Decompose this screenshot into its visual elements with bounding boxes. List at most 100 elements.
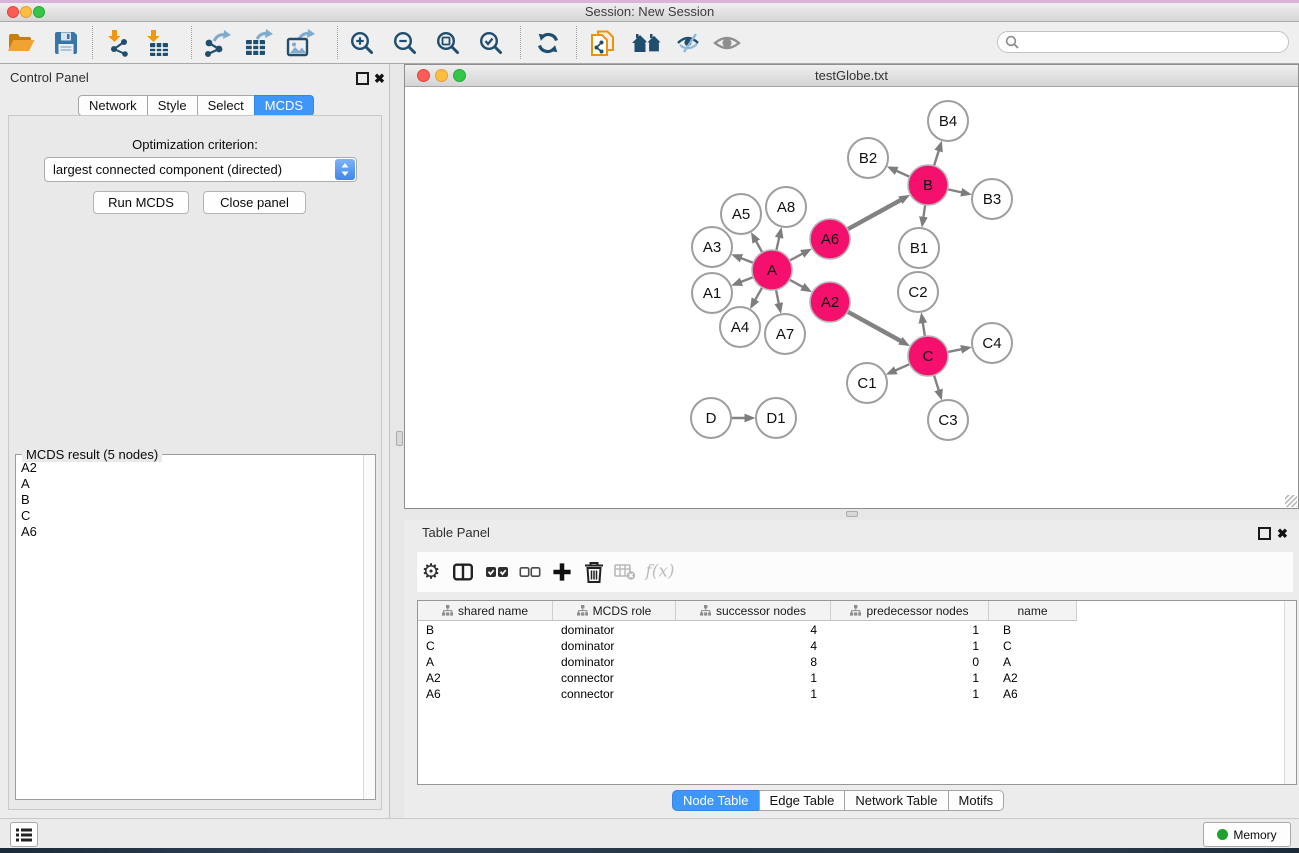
deselect-checkboxes-icon[interactable]	[520, 567, 541, 577]
graph-node-B3[interactable]: B3	[972, 179, 1012, 219]
zoom-fit-icon[interactable]	[436, 31, 461, 56]
table-tab-node-table[interactable]: Node Table	[672, 790, 760, 811]
refresh-icon[interactable]	[536, 31, 561, 56]
graph-node-A7[interactable]: A7	[765, 314, 805, 354]
table-tab-motifs[interactable]: Motifs	[948, 790, 1005, 811]
network-window-titlebar[interactable]: testGlobe.txt	[405, 65, 1298, 87]
table-row[interactable]: A2connector11A2	[418, 670, 1296, 686]
column-layout-icon[interactable]	[453, 564, 473, 581]
net-zoom-button[interactable]	[453, 69, 466, 82]
column-type-icon	[577, 605, 588, 616]
copy-network-icon[interactable]	[589, 29, 617, 57]
result-list-item[interactable]: C	[21, 508, 37, 524]
graph-node-C4[interactable]: C4	[972, 323, 1012, 363]
delete-table-icon[interactable]	[614, 564, 636, 580]
result-list-item[interactable]: B	[21, 492, 37, 508]
search-input[interactable]	[1022, 33, 1281, 53]
memory-label: Memory	[1233, 828, 1276, 842]
zoom-out-icon[interactable]	[393, 31, 418, 56]
settings-gear-icon[interactable]: ⚙	[422, 562, 441, 583]
add-column-icon[interactable]	[553, 563, 572, 582]
tab-style[interactable]: Style	[147, 95, 198, 116]
result-scrollbar[interactable]	[363, 455, 375, 799]
column-header-shared-name[interactable]: shared name	[418, 601, 553, 621]
tab-network[interactable]: Network	[78, 95, 148, 116]
vertical-splitter-handle[interactable]	[396, 431, 403, 446]
column-header-MCDS-role[interactable]: MCDS role	[553, 601, 676, 621]
node-table[interactable]: shared nameMCDS rolesuccessor nodesprede…	[417, 600, 1297, 785]
save-floppy-icon[interactable]	[53, 30, 79, 56]
run-mcds-button[interactable]: Run MCDS	[93, 191, 189, 214]
graph-node-C3[interactable]: C3	[928, 400, 968, 440]
table-row[interactable]: Bdominator41B	[418, 622, 1296, 638]
table-row[interactable]: Cdominator41C	[418, 638, 1296, 654]
window-resize-grip[interactable]	[1285, 495, 1297, 507]
result-list-item[interactable]: A	[21, 476, 37, 492]
graph-node-D[interactable]: D	[691, 398, 731, 438]
table-cell: 1	[831, 670, 989, 686]
dropdown-stepper-icon[interactable]	[335, 159, 355, 180]
graph-node-D1[interactable]: D1	[756, 398, 796, 438]
table-scrollbar[interactable]	[1284, 601, 1296, 784]
graph-node-B4[interactable]: B4	[928, 101, 968, 141]
float-table-panel-icon[interactable]	[1258, 527, 1271, 540]
memory-button[interactable]: Memory	[1203, 822, 1291, 847]
float-panel-icon[interactable]	[356, 72, 369, 85]
table-cell: 8	[676, 654, 831, 670]
net-close-button[interactable]	[417, 69, 430, 82]
graph-node-A[interactable]: A	[752, 250, 792, 290]
network-canvas[interactable]: A A1 A2 A3 A4 A5 A6 A7 A8 B B1 B2 B3B4 C C1 C2 C3C4 D D1	[405, 87, 1298, 508]
graph-node-B2[interactable]: B2	[848, 138, 888, 178]
table-tab-edge-table[interactable]: Edge Table	[759, 790, 846, 811]
graph-node-B1[interactable]: B1	[899, 228, 939, 268]
import-table-icon[interactable]	[143, 29, 171, 57]
delete-column-trash-icon[interactable]	[584, 561, 605, 584]
zoom-selected-icon[interactable]	[479, 31, 504, 56]
graph-node-C1[interactable]: C1	[847, 363, 887, 403]
table-row[interactable]: Adominator80A	[418, 654, 1296, 670]
result-list-item[interactable]: A2	[21, 460, 37, 476]
export-image-icon[interactable]	[285, 29, 315, 57]
close-panel-button[interactable]: Close panel	[203, 191, 306, 214]
close-table-panel-icon[interactable]: ✖	[1277, 527, 1288, 540]
result-list-item[interactable]: A6	[21, 524, 37, 540]
zoom-in-icon[interactable]	[350, 31, 375, 56]
graph-node-C2[interactable]: C2	[898, 272, 938, 312]
table-tab-network-table[interactable]: Network Table	[844, 790, 948, 811]
horizontal-splitter-handle[interactable]	[846, 511, 858, 517]
import-network-icon[interactable]	[104, 29, 132, 57]
graph-node-B[interactable]: B	[908, 165, 948, 205]
export-table-icon[interactable]	[243, 29, 273, 57]
minimize-window-button[interactable]	[20, 6, 32, 18]
graph-node-A3[interactable]: A3	[692, 227, 732, 267]
select-all-checkboxes-icon[interactable]	[486, 567, 509, 578]
export-network-icon[interactable]	[202, 29, 232, 57]
graph-node-A4[interactable]: A4	[720, 307, 760, 347]
close-panel-icon[interactable]: ✖	[374, 72, 385, 85]
net-minimize-button[interactable]	[435, 69, 448, 82]
close-window-button[interactable]	[7, 6, 19, 18]
function-builder-icon[interactable]: f(x)	[645, 572, 674, 573]
graph-node-C[interactable]: C	[908, 336, 948, 376]
tab-select[interactable]: Select	[197, 95, 255, 116]
graph-node-A5[interactable]: A5	[721, 194, 761, 234]
graph-node-A2[interactable]: A2	[810, 282, 850, 322]
open-folder-icon[interactable]	[6, 30, 36, 56]
table-row[interactable]: A6connector11A6	[418, 686, 1296, 702]
graph-node-A1[interactable]: A1	[692, 273, 732, 313]
tab-mcds[interactable]: MCDS	[254, 95, 314, 116]
graph-node-A6[interactable]: A6	[810, 219, 850, 259]
show-eye-icon[interactable]	[713, 32, 741, 54]
column-header-name[interactable]: name	[989, 601, 1077, 621]
graph-node-A8[interactable]: A8	[766, 187, 806, 227]
search-box[interactable]	[997, 31, 1289, 53]
zoom-window-button[interactable]	[33, 6, 45, 18]
hide-eye-icon[interactable]	[676, 31, 702, 55]
criterion-dropdown[interactable]: largest connected component (directed)	[44, 157, 357, 182]
homes-icon[interactable]	[631, 31, 663, 55]
network-window: testGlobe.txt A A1 A2 A3 A4 A5 A6 A7 A8 B B1 B2 B3B4…	[404, 64, 1299, 509]
column-header-predecessor-nodes[interactable]: predecessor nodes	[831, 601, 989, 621]
column-header-successor-nodes[interactable]: successor nodes	[676, 601, 831, 621]
task-history-button[interactable]	[10, 822, 38, 847]
svg-text:B1: B1	[910, 240, 928, 257]
